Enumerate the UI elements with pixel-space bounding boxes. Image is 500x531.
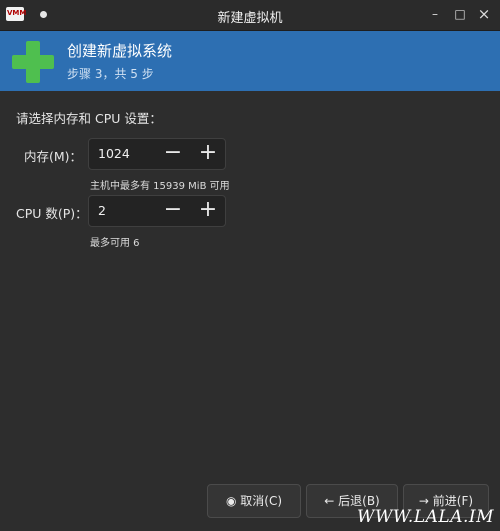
back-label: 后退(B)	[338, 494, 380, 508]
add-vm-icon	[12, 41, 54, 83]
watermark: WWW.LALA.IM	[356, 507, 494, 527]
forward-label: 前进(F)	[432, 494, 474, 508]
forward-arrow-icon: →	[418, 494, 429, 508]
cpu-value[interactable]: 2	[98, 203, 106, 218]
close-button[interactable]: ×	[476, 6, 492, 22]
memory-increase-button[interactable]: +	[192, 139, 224, 169]
minimize-button[interactable]: –	[427, 6, 443, 22]
cpu-label: CPU 数(P)：	[16, 206, 88, 221]
cancel-icon: ◉	[225, 494, 237, 508]
cancel-button[interactable]: ◉ 取消(C)	[207, 484, 301, 518]
cpu-decrease-button[interactable]: −	[157, 196, 189, 226]
cancel-label: 取消(C)	[240, 494, 283, 508]
window-titlebar: VMM 新建虚拟机 – □ ×	[0, 0, 500, 31]
wizard-title: 创建新虚拟系统	[67, 42, 173, 60]
wizard-step: 步骤 3，共 5 步	[67, 67, 154, 81]
maximize-button[interactable]: □	[452, 6, 468, 22]
cpu-increase-button[interactable]: +	[192, 196, 224, 226]
cpu-hint: 最多可用 6	[90, 238, 140, 249]
memory-value[interactable]: 1024	[98, 146, 130, 161]
back-arrow-icon: ←	[324, 494, 335, 508]
memory-decrease-button[interactable]: −	[157, 139, 189, 169]
memory-hint: 主机中最多有 15939 MiB 可用	[90, 181, 230, 192]
cpu-stepper[interactable]: 2 − +	[88, 195, 226, 227]
window-title: 新建虚拟机	[217, 11, 283, 26]
memory-stepper[interactable]: 1024 − +	[88, 138, 226, 170]
memory-label: 内存(M)：	[24, 149, 83, 164]
settings-prompt: 请选择内存和 CPU 设置：	[16, 111, 162, 126]
